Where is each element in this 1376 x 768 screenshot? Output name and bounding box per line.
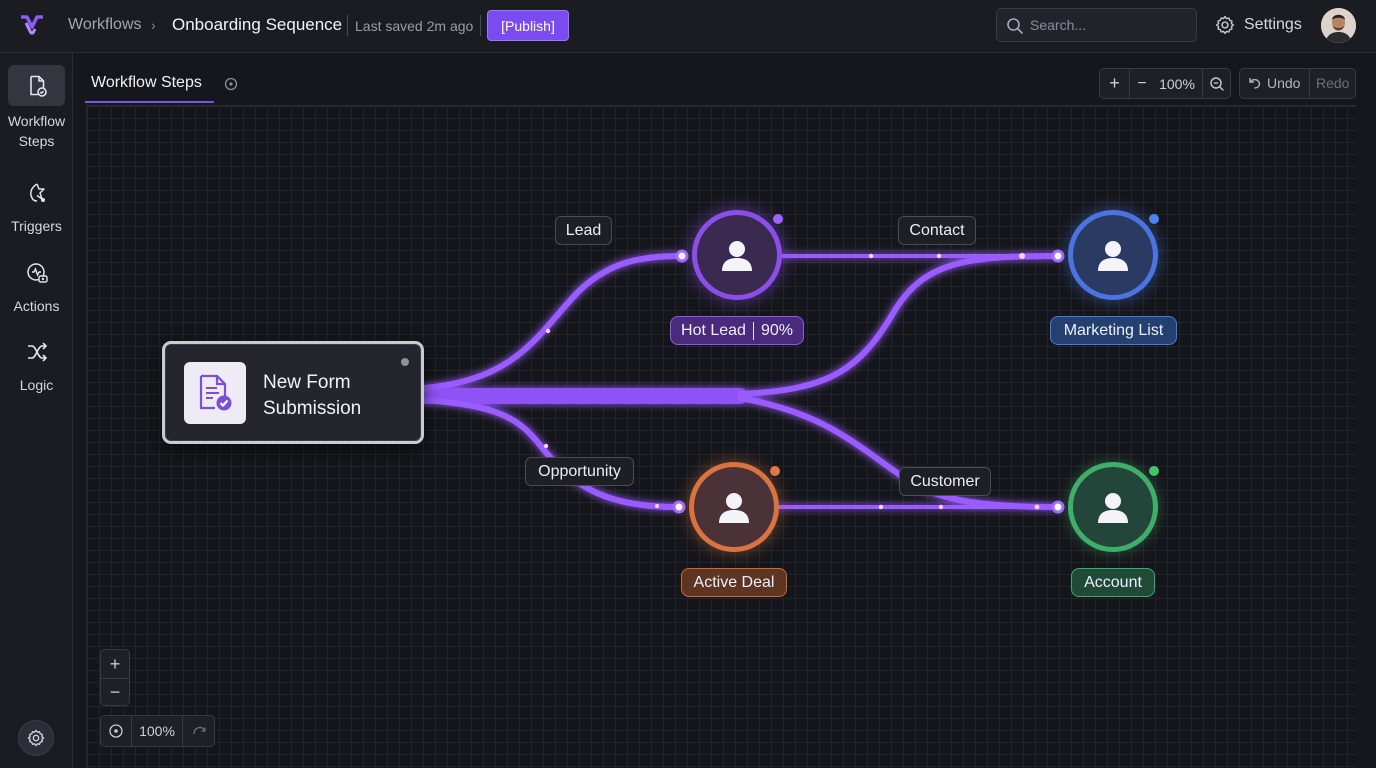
- source-node-form-submission[interactable]: New Form Submission: [162, 341, 424, 444]
- edge-label-contact[interactable]: Contact: [898, 216, 976, 245]
- redo-icon: [192, 726, 205, 735]
- source-node-label: New Form Submission: [263, 370, 403, 422]
- canvas-zoom-out-button[interactable]: −: [101, 678, 129, 706]
- status-dot: [773, 214, 783, 224]
- status-dot: [1149, 466, 1159, 476]
- hot-lead-score: 90%: [760, 321, 793, 339]
- user-icon: [1098, 241, 1128, 271]
- plus-icon: +: [109, 653, 121, 674]
- user-icon: [722, 241, 752, 271]
- node-hot-lead-inner: [697, 215, 777, 295]
- minus-icon: −: [109, 681, 121, 702]
- node-marketing-list-label[interactable]: Marketing List: [1050, 316, 1177, 345]
- status-dot: [770, 466, 780, 476]
- user-icon: [719, 493, 749, 523]
- user-icon: [1098, 493, 1128, 523]
- node-account-label[interactable]: Account: [1071, 568, 1155, 597]
- canvas-redo-button[interactable]: [183, 716, 214, 746]
- node-active-deal[interactable]: [689, 462, 779, 552]
- canvas-zoom-in-button[interactable]: +: [101, 650, 129, 678]
- hot-lead-label: Hot Lead: [681, 321, 746, 339]
- node-account[interactable]: [1068, 462, 1158, 552]
- node-marketing-list-inner: [1073, 215, 1153, 295]
- edge-label-lead[interactable]: Lead: [555, 216, 612, 245]
- node-hot-lead-label[interactable]: Hot Lead 90%: [670, 316, 804, 345]
- edge-to-active-deal[interactable]: [421, 397, 682, 510]
- node-marketing-list[interactable]: [1068, 210, 1158, 300]
- node-account-inner: [1073, 467, 1153, 547]
- status-dot: [1149, 214, 1159, 224]
- node-active-deal-inner: [694, 467, 774, 547]
- target-icon: [109, 724, 123, 738]
- form-submission-icon-box: [184, 362, 246, 424]
- edge-label-opportunity[interactable]: Opportunity: [525, 457, 634, 486]
- status-dot: [401, 358, 409, 366]
- node-hot-lead[interactable]: [692, 210, 782, 300]
- node-active-deal-label[interactable]: Active Deal: [681, 568, 787, 597]
- edge-label-customer[interactable]: Customer: [899, 467, 991, 496]
- edge-to-hot-lead[interactable]: [421, 253, 685, 391]
- source-node-label-line2: Submission: [263, 398, 362, 419]
- form-check-icon: [199, 374, 232, 411]
- source-node-label-line1: New Form: [263, 372, 351, 393]
- canvas-fit-controls: 100%: [100, 715, 215, 747]
- canvas-zoom-controls: + −: [100, 649, 130, 706]
- divider: [752, 321, 754, 340]
- canvas-zoom-level[interactable]: 100%: [132, 716, 182, 746]
- fit-view-button[interactable]: [101, 716, 131, 746]
